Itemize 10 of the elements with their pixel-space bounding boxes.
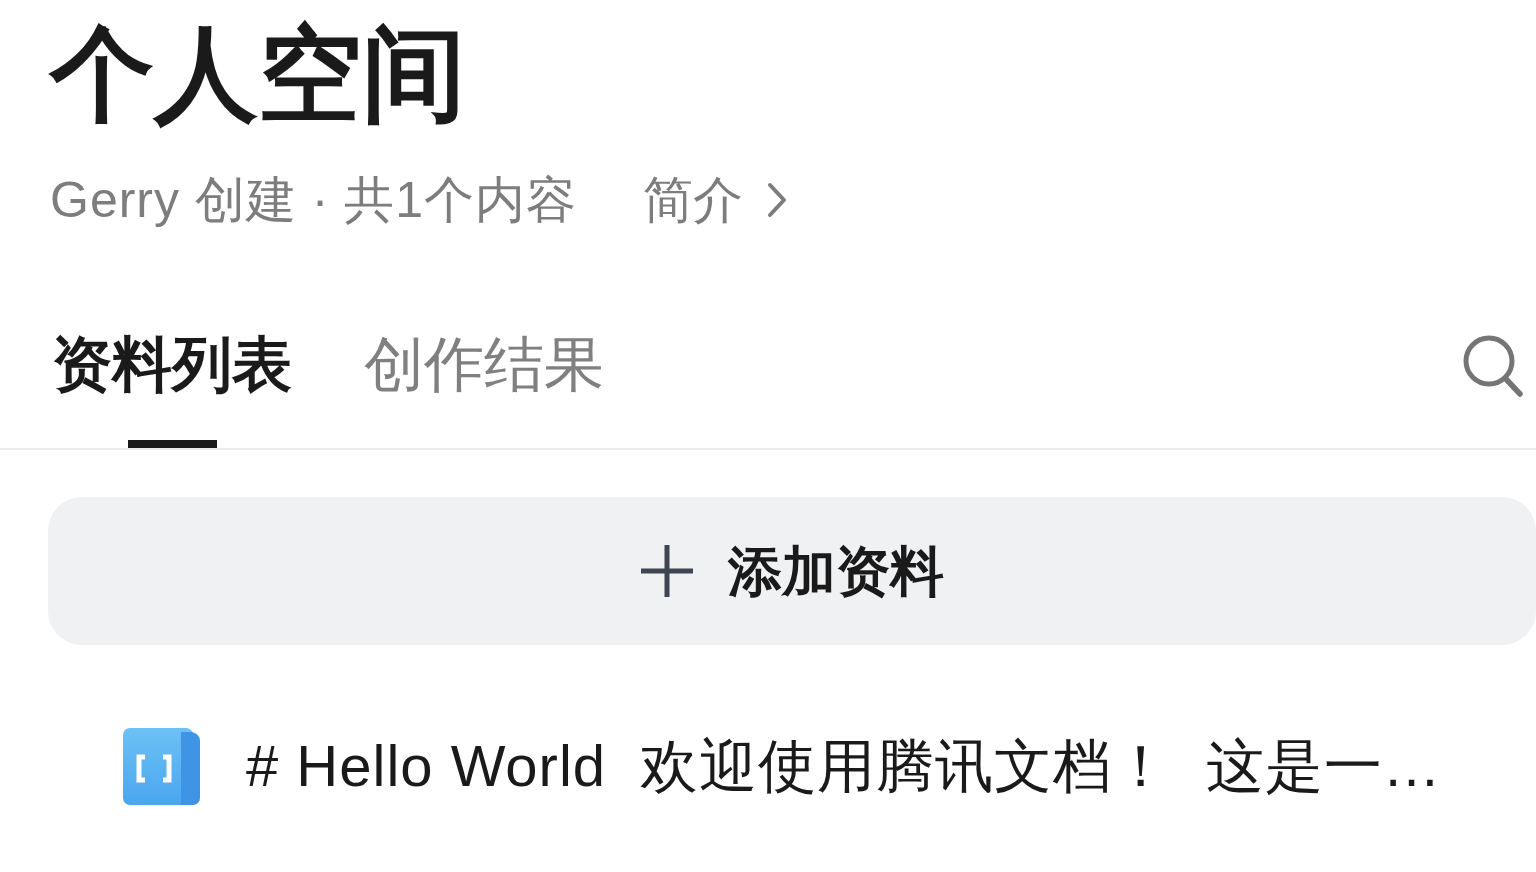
document-icon xyxy=(123,727,200,805)
tab[interactable]: 创作结果 xyxy=(364,330,604,448)
search-icon[interactable] xyxy=(1462,334,1524,398)
item-preview-text[interactable]: # Hello World 欢迎使用腾讯文档！ 这是一… xyxy=(246,731,1442,801)
add-material-button[interactable]: 添加资料 xyxy=(48,497,1536,645)
tab[interactable]: 资料列表 xyxy=(52,330,292,448)
chevron-right-icon xyxy=(767,182,788,218)
space-info: Gerry 创建 · 共1个内容 xyxy=(50,171,578,230)
intro-link[interactable]: 简介 xyxy=(643,170,788,230)
plus-icon xyxy=(640,544,694,598)
